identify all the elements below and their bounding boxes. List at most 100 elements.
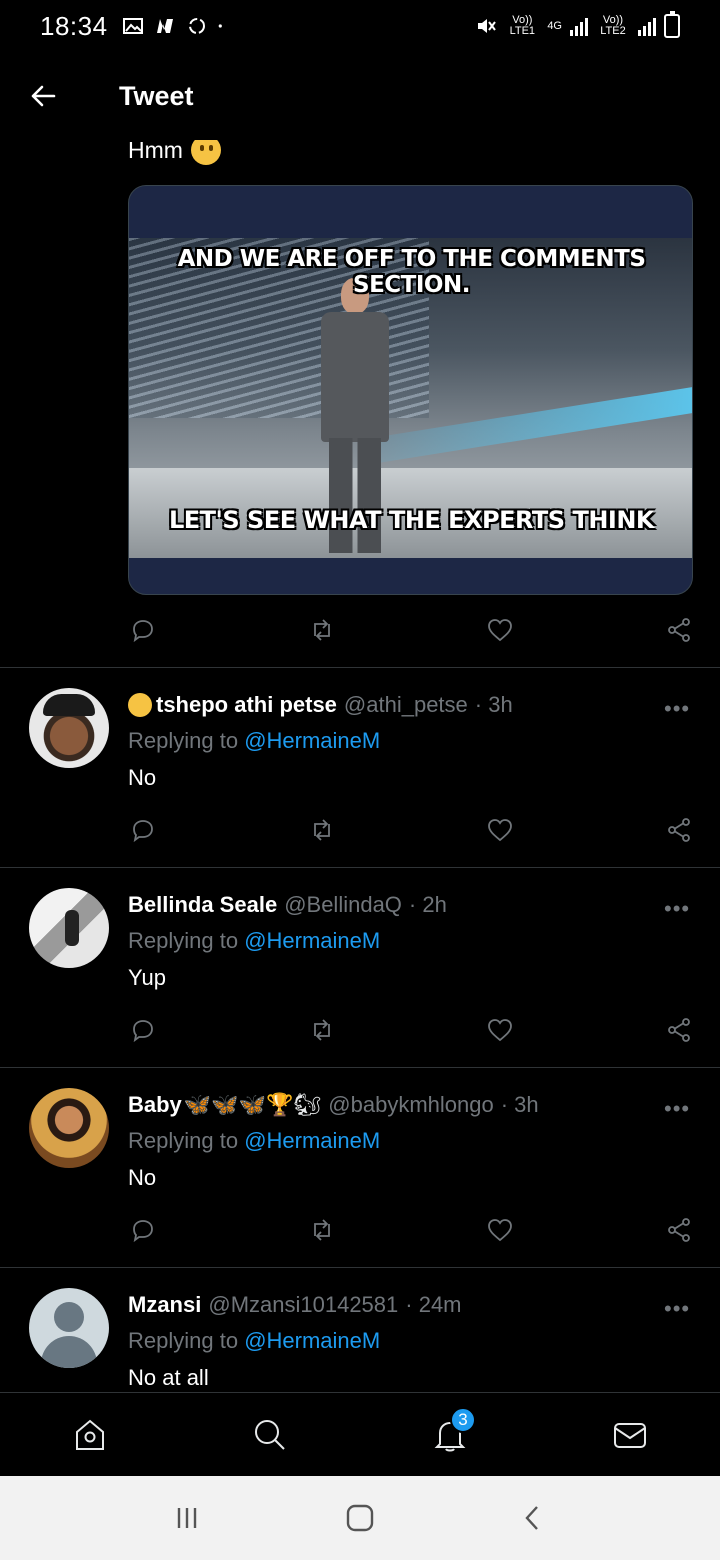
reply-tweet[interactable]: Mzansi @Mzansi10142581 · 24m ••• Replyin…	[0, 1268, 720, 1390]
reply-button[interactable]	[128, 1015, 158, 1045]
reply-header: Baby 🦋🦋🦋🏆🐿 @babykmhlongo · 3h	[128, 1092, 539, 1118]
reply-actions	[128, 1213, 694, 1247]
reply-header: tshepo athi petse @athi_petse · 3h	[128, 692, 513, 718]
meme-image: AND WE ARE OFF TO THE COMMENTS SECTION. …	[129, 238, 692, 558]
mention-link[interactable]: @HermaineM	[244, 1328, 380, 1353]
default-avatar-icon[interactable]	[29, 1288, 109, 1368]
like-button[interactable]	[485, 1015, 515, 1045]
retweet-button[interactable]	[307, 1215, 337, 1245]
gallery-icon	[122, 18, 143, 34]
reply-button[interactable]	[128, 615, 158, 645]
share-button[interactable]	[664, 615, 694, 645]
back-button[interactable]	[0, 52, 86, 140]
reply-button[interactable]	[128, 1215, 158, 1245]
replying-to: Replying to @HermaineM	[128, 728, 380, 754]
replying-to: Replying to @HermaineM	[128, 928, 380, 954]
reply-actions	[128, 1013, 694, 1047]
replying-to: Replying to @HermaineM	[128, 1128, 380, 1154]
sync-icon	[188, 18, 205, 34]
recent-apps-icon	[177, 1508, 196, 1528]
retweet-icon	[313, 1019, 330, 1041]
bottom-nav: 3	[0, 1392, 720, 1476]
share-button[interactable]	[664, 1215, 694, 1245]
reply-icon	[133, 620, 153, 643]
retweet-icon	[313, 819, 330, 841]
notification-badge: 3	[450, 1406, 476, 1433]
status-bar: 18:34 Vo)) LTE1 4G Vo)) LTE2	[0, 0, 720, 52]
avatar[interactable]	[29, 888, 109, 968]
mention-link[interactable]: @HermaineM	[244, 728, 380, 753]
reply-text: Yup	[128, 965, 166, 990]
heart-icon	[488, 619, 513, 642]
share-icon	[668, 1018, 690, 1042]
reply-text: No	[128, 765, 157, 790]
retweet-button[interactable]	[307, 615, 337, 645]
share-icon	[668, 618, 690, 642]
share-button[interactable]	[664, 1015, 694, 1045]
back-nav-button[interactable]	[503, 1488, 563, 1548]
recent-apps-button[interactable]	[157, 1488, 217, 1548]
mute-icon	[478, 19, 497, 33]
status-notification-icons	[122, 16, 228, 36]
more-options-icon[interactable]: •••	[664, 696, 690, 722]
dizzy-face-emoji-icon	[128, 693, 152, 717]
nav-messages[interactable]	[590, 1395, 670, 1475]
avatar[interactable]	[29, 1088, 109, 1168]
nav-notifications[interactable]: 3	[410, 1395, 490, 1475]
avatar[interactable]	[29, 688, 109, 768]
reply-author-name: Mzansi	[128, 1292, 202, 1317]
news-app-icon	[156, 19, 173, 33]
more-options-icon[interactable]: •••	[664, 896, 690, 922]
replying-to: Replying to @HermaineM	[128, 1328, 380, 1354]
mention-link[interactable]: @HermaineM	[244, 928, 380, 953]
reply-header: Bellinda Seale @BellindaQ · 2h	[128, 892, 447, 918]
replying-to-label: Replying to	[128, 728, 239, 753]
page-title: Tweet	[119, 80, 194, 111]
more-options-icon[interactable]: •••	[664, 1296, 690, 1322]
back-chevron-icon	[525, 1506, 539, 1530]
meme-top-caption: AND WE ARE OFF TO THE COMMENTS SECTION.	[177, 246, 646, 298]
like-button[interactable]	[485, 815, 515, 845]
reply-icon	[133, 1020, 153, 1043]
name-emojis: 🦋🦋🦋🏆🐿	[183, 1092, 322, 1117]
like-button[interactable]	[485, 615, 515, 645]
reply-icon	[133, 1220, 153, 1243]
mail-icon	[614, 1422, 646, 1448]
retweet-button[interactable]	[307, 815, 337, 845]
home-icon	[76, 1419, 104, 1450]
replying-to-label: Replying to	[128, 928, 239, 953]
share-icon	[668, 1218, 690, 1242]
nav-search[interactable]	[230, 1395, 310, 1475]
signal-icon	[570, 16, 588, 36]
more-options-icon[interactable]: •••	[664, 1096, 690, 1122]
heart-icon	[488, 1219, 513, 1242]
reply-author-handle: @Mzansi10142581	[208, 1292, 399, 1317]
tweet-media-image[interactable]: AND WE ARE OFF TO THE COMMENTS SECTION. …	[128, 185, 693, 595]
retweet-button[interactable]	[307, 1015, 337, 1045]
reply-time: · 3h	[474, 692, 513, 717]
reply-text: No at all	[128, 1365, 209, 1390]
share-icon	[668, 818, 690, 842]
reply-icon	[133, 820, 153, 843]
reply-actions	[128, 813, 694, 847]
nav-home[interactable]	[50, 1395, 130, 1475]
mention-link[interactable]: @HermaineM	[244, 1128, 380, 1153]
reply-button[interactable]	[128, 815, 158, 845]
replying-to-label: Replying to	[128, 1328, 239, 1353]
home-button[interactable]	[330, 1488, 390, 1548]
home-square-icon	[346, 1504, 374, 1532]
reply-author-handle: @athi_petse	[343, 692, 468, 717]
share-button[interactable]	[664, 815, 694, 845]
heart-icon	[488, 819, 513, 842]
reply-author-name: tshepo athi petse	[156, 692, 337, 717]
search-icon	[255, 1419, 285, 1450]
meme-bottom-caption: LET'S SEE WHAT THE EXPERTS THINK	[168, 506, 655, 534]
like-button[interactable]	[485, 1215, 515, 1245]
reply-author-name: Baby	[128, 1092, 182, 1117]
signal-icon	[638, 16, 656, 36]
reply-time: · 3h	[500, 1092, 539, 1117]
network-4g-label: 4G	[547, 19, 562, 32]
reply-text: No	[128, 1165, 157, 1190]
status-time: 18:34	[40, 10, 108, 41]
status-system-icons: Vo)) LTE1 4G Vo)) LTE2	[475, 11, 680, 38]
